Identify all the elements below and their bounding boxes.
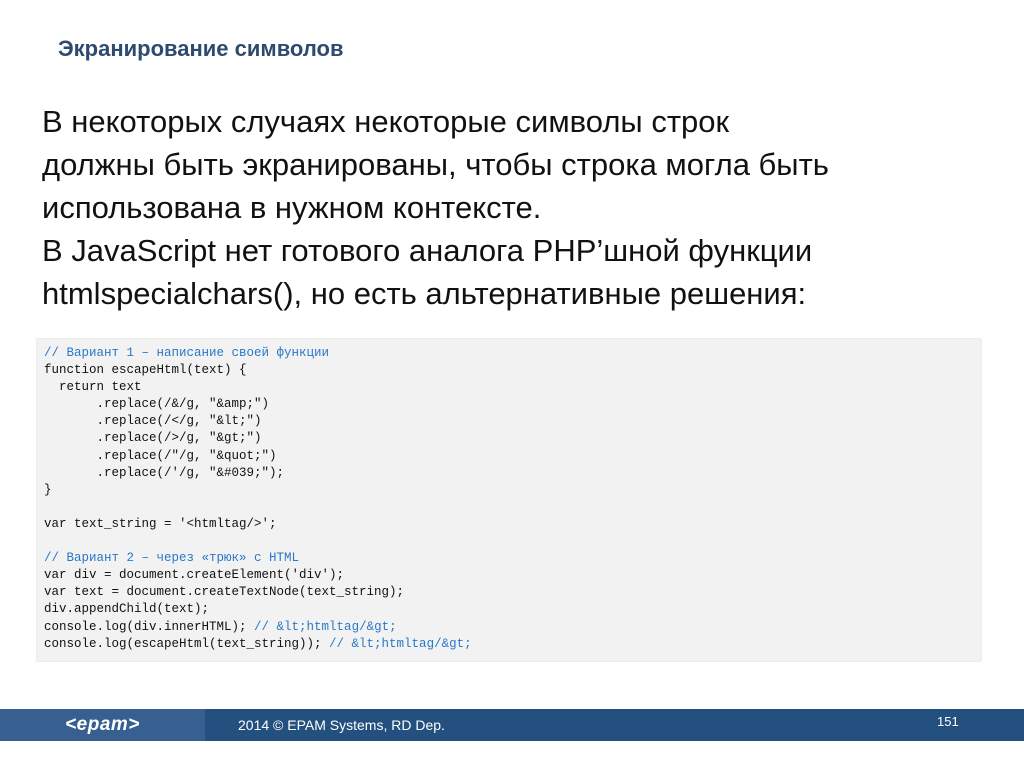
code-comment: // Вариант 1 – написание своей функции: [44, 346, 330, 360]
code-text: var text = document.createTextNode(text_…: [44, 585, 405, 600]
slide-body-text: В некоторых случаях некоторые символы ст…: [42, 100, 992, 315]
code-line: return text: [44, 379, 981, 396]
slide-footer: <epam> 2014 © EPAM Systems, RD Dep. 151: [0, 709, 1024, 741]
code-line: var text_string = '<htmltag/>';: [44, 516, 981, 533]
code-text: console.log(div.innerHTML);: [44, 619, 255, 634]
body-line: В некоторых случаях некоторые символы ст…: [42, 104, 730, 139]
code-line: var text = document.createTextNode(text_…: [44, 584, 981, 601]
code-text: .replace(/'/g, "&#039;");: [44, 465, 285, 480]
code-line: console.log(escapeHtml(text_string)); //…: [44, 636, 981, 653]
code-text: function escapeHtml(text) {: [44, 363, 247, 378]
code-line: }: [44, 482, 981, 499]
code-line: div.appendChild(text);: [44, 601, 981, 618]
code-text: console.log(escapeHtml(text_string));: [44, 636, 330, 651]
code-line: function escapeHtml(text) {: [44, 362, 981, 379]
code-text: .replace(/&/g, "&amp;"): [44, 397, 270, 412]
epam-logo: <epam>: [0, 709, 205, 741]
code-line: .replace(/"/g, "&quot;"): [44, 448, 981, 465]
code-text: var text_string = '<htmltag/>';: [44, 516, 277, 531]
code-line: var div = document.createElement('div');: [44, 567, 981, 584]
body-line: В JavaScript нет готового аналога PHP’шн…: [42, 233, 813, 268]
code-text: .replace(/>/g, "&gt;"): [44, 431, 262, 446]
code-block: // Вариант 1 – написание своей функции f…: [36, 338, 982, 662]
code-text: return text: [44, 380, 142, 395]
page-number: 151: [937, 714, 959, 729]
code-comment: // &lt;htmltag/&gt;: [329, 636, 472, 651]
body-line: использована в нужном контексте.: [42, 190, 542, 225]
code-line: .replace(/'/g, "&#039;");: [44, 465, 981, 482]
body-line: htmlspecialchars(), но есть альтернативн…: [42, 276, 807, 311]
code-comment: // Вариант 2 – через «трюк» с HTML: [44, 551, 300, 566]
logo-text: <epam>: [65, 714, 140, 735]
code-line: // Вариант 1 – написание своей функции: [44, 345, 981, 362]
code-comment: // &lt;htmltag/&gt;: [254, 619, 397, 634]
code-line: .replace(/</g, "&lt;"): [44, 413, 981, 430]
code-text: var div = document.createElement('div');: [44, 568, 345, 583]
code-line: .replace(/>/g, "&gt;"): [44, 430, 981, 447]
code-line: .replace(/&/g, "&amp;"): [44, 396, 981, 413]
code-text: .replace(/"/g, "&quot;"): [44, 448, 277, 463]
code-text: .replace(/</g, "&lt;"): [44, 414, 262, 429]
code-line: console.log(div.innerHTML); // &lt;htmlt…: [44, 619, 981, 636]
code-text: div.appendChild(text);: [44, 602, 210, 617]
code-text: }: [44, 482, 52, 497]
code-line: // Вариант 2 – через «трюк» с HTML: [44, 550, 981, 567]
slide-title: Экранирование символов: [58, 36, 344, 61]
body-line: должны быть экранированы, чтобы строка м…: [42, 147, 829, 182]
footer-copyright: 2014 © EPAM Systems, RD Dep.: [238, 717, 445, 733]
